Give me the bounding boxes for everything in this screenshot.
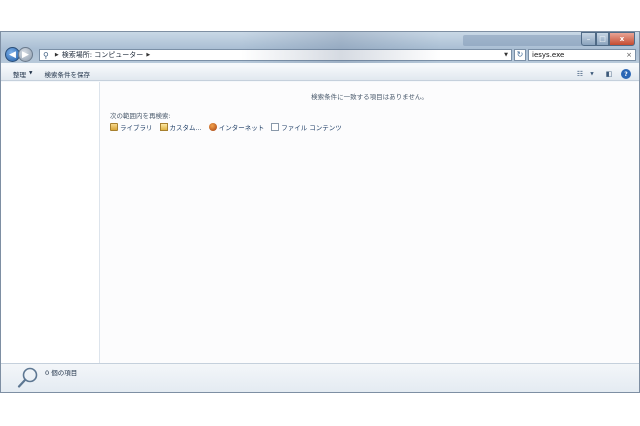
organize-label: 整理 — [13, 70, 26, 79]
search-again-list: ライブラリ カスタム... インターネット ファイル コンテンツ — [110, 122, 349, 132]
caption-buttons: – □ x — [581, 32, 635, 46]
breadcrumb-separator-icon[interactable]: ▶ — [146, 52, 150, 58]
internet-icon — [208, 123, 217, 131]
search-input[interactable]: iesys.exe × — [528, 49, 636, 61]
view-controls: ☷ ▼ ◧ ? — [568, 69, 631, 79]
save-search-button[interactable]: 検索条件を保存 — [44, 69, 90, 79]
no-results-message: 検索条件に一致する項目はありません。 — [311, 93, 428, 101]
search-again-item-label: ライブラリ — [120, 124, 153, 132]
breadcrumb-separator-icon[interactable]: ▶ — [55, 52, 59, 58]
file-contents-icon — [271, 123, 280, 131]
address-bar[interactable]: ⚲ ▶ 検索場所: コンピューター ▶ ▼ — [39, 49, 512, 61]
search-input-value: iesys.exe — [532, 51, 565, 59]
details-pane: 0 個の項目 — [1, 363, 639, 392]
title-bar: – □ x ◀ ▶ ⚲ ▶ 検索場所: コンピューター ▶ ▼ ↻ iesys.… — [1, 32, 639, 63]
results-pane: 検索条件に一致する項目はありません。 次の範囲内を再検索: ライブラリ カスタム… — [100, 82, 639, 363]
clear-search-icon[interactable]: × — [626, 50, 632, 60]
minimize-button[interactable]: – — [581, 32, 596, 46]
chevron-down-icon: ▼ — [29, 71, 33, 76]
search-again-item-label: カスタム... — [169, 124, 202, 132]
item-count: 0 個の項目 — [45, 369, 78, 377]
command-bar: 整理 ▼ 検索条件を保存 ☷ ▼ ◧ ? — [1, 67, 639, 81]
search-again-internet[interactable]: インターネット — [208, 122, 265, 132]
preview-pane-icon[interactable]: ◧ — [604, 69, 614, 79]
arrow-right-icon: ▶ — [22, 49, 29, 60]
search-again-libraries[interactable]: ライブラリ — [110, 122, 153, 132]
navigation-pane — [1, 82, 100, 363]
forward-button[interactable]: ▶ — [18, 47, 33, 62]
refresh-button[interactable]: ↻ — [514, 49, 526, 61]
view-options-chevron-icon[interactable]: ▼ — [587, 69, 597, 79]
help-icon[interactable]: ? — [621, 69, 631, 79]
address-dropdown-icon[interactable]: ▼ — [504, 50, 508, 60]
search-location-icon: ⚲ — [43, 50, 49, 60]
search-again-item-label: ファイル コンテンツ — [281, 124, 342, 132]
search-magnifier-icon — [17, 367, 38, 388]
explorer-window: – □ x ◀ ▶ ⚲ ▶ 検索場所: コンピューター ▶ ▼ ↻ iesys.… — [0, 31, 640, 393]
search-again-custom[interactable]: カスタム... — [159, 122, 202, 132]
library-icon — [110, 123, 118, 131]
refresh-icon: ↻ — [516, 50, 524, 59]
maximize-button[interactable]: □ — [596, 32, 609, 46]
search-again-item-label: インターネット — [218, 124, 265, 132]
background-taskbar-blur — [463, 35, 583, 46]
breadcrumb-segment[interactable]: 検索場所: コンピューター — [62, 50, 144, 60]
close-button[interactable]: x — [609, 32, 635, 46]
save-search-label: 検索条件を保存 — [44, 70, 90, 79]
search-again-file-contents[interactable]: ファイル コンテンツ — [271, 122, 342, 132]
organize-button[interactable]: 整理 ▼ — [13, 69, 32, 79]
change-view-icon[interactable]: ☷ — [575, 69, 585, 79]
navigation-buttons: ◀ ▶ — [5, 47, 33, 62]
custom-folder-icon — [159, 123, 168, 131]
arrow-left-icon: ◀ — [9, 49, 16, 60]
search-again-label: 次の範囲内を再検索: — [110, 112, 171, 120]
